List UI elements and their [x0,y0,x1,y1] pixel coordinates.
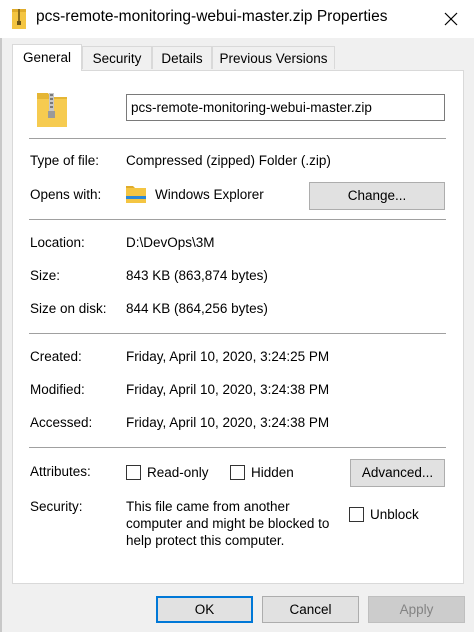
title-bar: pcs-remote-monitoring-webui-master.zip P… [0,0,474,38]
close-icon [444,12,458,26]
separator [29,138,446,139]
window-title: pcs-remote-monitoring-webui-master.zip P… [36,8,388,25]
zip-folder-icon [12,9,26,29]
security-label: Security: [30,499,83,514]
ok-button[interactable]: OK [156,596,253,623]
size-value: 843 KB (863,874 bytes) [126,268,268,283]
created-value: Friday, April 10, 2020, 3:24:25 PM [126,349,330,364]
unblock-label[interactable]: Unblock [370,507,419,522]
size-on-disk-value: 844 KB (864,256 bytes) [126,301,268,316]
security-text-line-3: help protect this computer. [126,533,285,548]
cancel-button[interactable]: Cancel [262,596,359,623]
security-text-line-1: This file came from another [126,499,290,514]
size-label: Size: [30,268,61,283]
security-text-line-2: computer and might be blocked to [126,516,330,531]
change-button[interactable]: Change... [309,182,445,210]
attributes-label: Attributes: [30,464,91,479]
size-on-disk-label: Size on disk: [30,301,107,316]
accessed-label: Accessed: [30,415,93,430]
tab-details[interactable]: Details [152,46,212,69]
advanced-button[interactable]: Advanced... [350,459,445,487]
hidden-checkbox[interactable] [230,465,245,480]
location-value: D:\DevOps\3M [126,235,215,250]
read-only-label[interactable]: Read-only [147,465,209,480]
general-panel: pcs-remote-monitoring-webui-master.zip T… [12,70,464,584]
separator [29,447,446,448]
type-value: Compressed (zipped) Folder (.zip) [126,153,331,168]
tab-previous-versions[interactable]: Previous Versions [212,46,335,69]
modified-label: Modified: [30,382,85,397]
tab-general[interactable]: General [12,44,82,71]
separator [29,333,446,334]
opens-with-value: Windows Explorer [155,187,264,202]
type-label: Type of file: [30,153,100,168]
separator [29,219,446,220]
window-edge [0,38,2,632]
modified-value: Friday, April 10, 2020, 3:24:38 PM [126,382,330,397]
unblock-checkbox[interactable] [349,507,364,522]
hidden-label[interactable]: Hidden [251,465,294,480]
zip-folder-icon [37,89,67,130]
file-name-input[interactable]: pcs-remote-monitoring-webui-master.zip [126,94,445,121]
file-explorer-icon [126,185,146,206]
tab-security[interactable]: Security [82,46,152,69]
accessed-value: Friday, April 10, 2020, 3:24:38 PM [126,415,330,430]
location-label: Location: [30,235,85,250]
created-label: Created: [30,349,82,364]
read-only-checkbox[interactable] [126,465,141,480]
opens-with-label: Opens with: [30,187,102,202]
close-button[interactable] [428,0,474,38]
apply-button[interactable]: Apply [368,596,465,623]
